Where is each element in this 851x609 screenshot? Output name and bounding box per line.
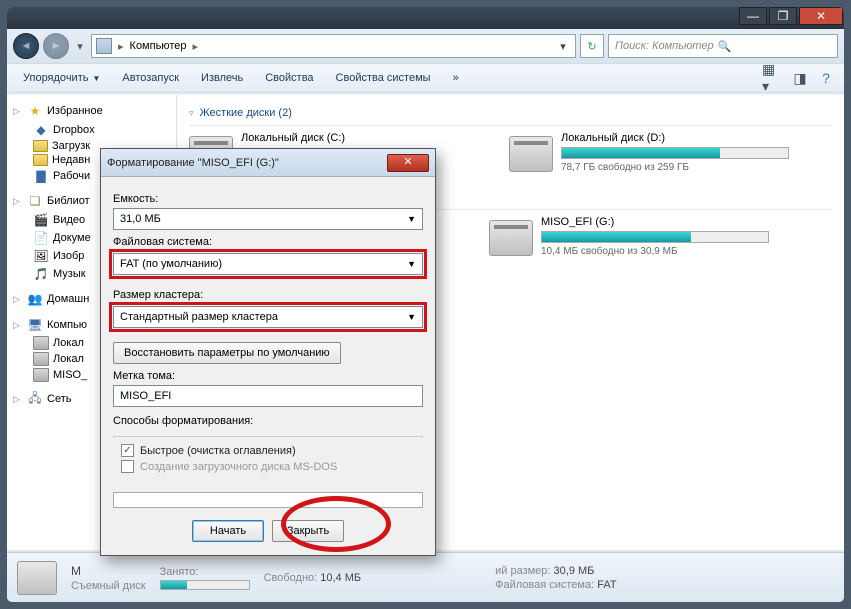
close-dialog-button[interactable]: Закрыть [272,520,344,542]
status-usage-bar [160,580,250,590]
cluster-label: Размер кластера: [113,289,423,301]
drive-name: Локальный диск (C:) [241,132,469,144]
eject-button[interactable]: Извлечь [191,68,253,88]
minimize-button[interactable]: — [739,7,767,25]
drive-icon [33,336,49,350]
system-properties-button[interactable]: Свойства системы [326,68,441,88]
homegroup-icon: 👥 [27,291,43,307]
highlight-cluster: Стандартный размер кластера▼ [109,302,427,332]
dropbox-icon: ◆ [33,122,49,138]
restore-defaults-button[interactable]: Восстановить параметры по умолчанию [113,342,341,364]
folder-icon [33,154,48,166]
nav-row: ◄ ► ▾ ▸ Компьютер ▸ ▾ ↻ Поиск: Компьютер… [7,29,844,63]
dialog-title: Форматирование "MISO_EFI (G:)" [107,157,387,169]
format-options-group: ✓ Быстрое (очистка оглавления) Создание … [113,436,423,482]
forward-button[interactable]: ► [43,33,69,59]
drive-name: Локальный диск (D:) [561,132,789,144]
network-icon: 🖧 [27,391,43,407]
command-bar: Упорядочить▼ Автозапуск Извлечь Свойства… [7,63,844,93]
computer-icon [96,38,112,54]
organize-menu[interactable]: Упорядочить▼ [13,68,110,88]
help-button[interactable]: ? [814,66,838,90]
drive-icon [509,136,553,172]
document-icon: 📄 [33,230,49,246]
details-pane: M Съемный диск Занято: Свободно: 10,4 МБ… [7,552,844,602]
window-titlebar: — ❐ ✕ [7,7,844,29]
dialog-titlebar: Форматирование "MISO_EFI (G:)" ✕ [101,149,435,177]
start-button[interactable]: Начать [192,520,264,542]
breadcrumb-separator: ▸ [114,40,128,53]
close-button[interactable]: ✕ [799,7,843,25]
drive-usage-bar [561,147,789,159]
volume-label-input[interactable]: MISO_EFI [113,385,423,407]
quick-format-checkbox[interactable]: ✓ Быстрое (очистка оглавления) [121,444,415,457]
drive-free-text: 78,7 ГБ свободно из 259 ГБ [561,162,789,173]
search-placeholder: Поиск: Компьютер [615,40,714,52]
checkbox-icon [121,460,134,473]
drive-icon [33,368,49,382]
drive-item-miso-efi[interactable]: MISO_EFI (G:) 10,4 МБ свободно из 30,9 М… [489,216,769,257]
drive-usage-bar [541,231,769,243]
picture-icon: 🖼 [33,248,49,264]
status-name: M [71,564,146,578]
highlight-filesystem: FAT (по умолчанию)▼ [109,249,427,279]
checkbox-icon: ✓ [121,444,134,457]
video-icon: 🎬 [33,212,49,228]
dialog-close-button[interactable]: ✕ [387,154,429,172]
drive-free-text: 10,4 МБ свободно из 30,9 МБ [541,246,769,257]
breadcrumb-dropdown[interactable]: ▾ [555,40,571,53]
filesystem-select[interactable]: FAT (по умолчанию)▼ [113,253,423,275]
autoplay-button[interactable]: Автозапуск [112,68,189,88]
more-chevron[interactable]: » [443,68,469,88]
sidebar-item-dropbox[interactable]: ◆Dropbox [7,121,176,139]
libraries-icon: ❑ [27,193,43,209]
desktop-icon: ▇ [33,168,49,184]
properties-button[interactable]: Свойства [255,68,323,88]
maximize-button[interactable]: ❐ [769,7,797,25]
history-dropdown[interactable]: ▾ [73,33,87,59]
msdos-boot-checkbox: Создание загрузочного диска MS-DOS [121,460,415,473]
drive-item-d[interactable]: Локальный диск (D:) 78,7 ГБ свободно из … [509,132,789,173]
format-dialog: Форматирование "MISO_EFI (G:)" ✕ Емкость… [100,148,436,556]
status-type: Съемный диск [71,580,146,592]
capacity-label: Емкость: [113,193,423,205]
preview-pane-button[interactable]: ◨ [788,66,812,90]
search-icon: 🔍 [718,40,732,53]
cluster-select[interactable]: Стандартный размер кластера▼ [113,306,423,328]
filesystem-label: Файловая система: [113,236,423,248]
breadcrumb-location[interactable]: Компьютер [130,40,187,52]
search-input[interactable]: Поиск: Компьютер 🔍 [608,34,838,58]
sidebar-favorites-header[interactable]: ▷★Избранное [7,101,176,121]
capacity-select[interactable]: 31,0 МБ▼ [113,208,423,230]
format-progress-bar [113,492,423,508]
drive-icon [17,561,57,595]
back-button[interactable]: ◄ [13,33,39,59]
view-options-button[interactable]: ▦ ▾ [762,66,786,90]
drive-name: MISO_EFI (G:) [541,216,769,228]
breadcrumb[interactable]: ▸ Компьютер ▸ ▾ [91,34,576,58]
folder-icon [33,140,48,152]
drive-icon [489,220,533,256]
volume-label-label: Метка тома: [113,370,423,382]
drive-icon [33,352,49,366]
refresh-button[interactable]: ↻ [580,34,604,58]
breadcrumb-separator: ▸ [188,40,202,53]
music-icon: 🎵 [33,266,49,282]
format-methods-label: Способы форматирования: [113,415,423,427]
computer-icon: 🖥 [27,317,43,333]
category-hard-drives[interactable]: ▿Жесткие диски (2) [189,101,832,126]
star-icon: ★ [27,103,43,119]
